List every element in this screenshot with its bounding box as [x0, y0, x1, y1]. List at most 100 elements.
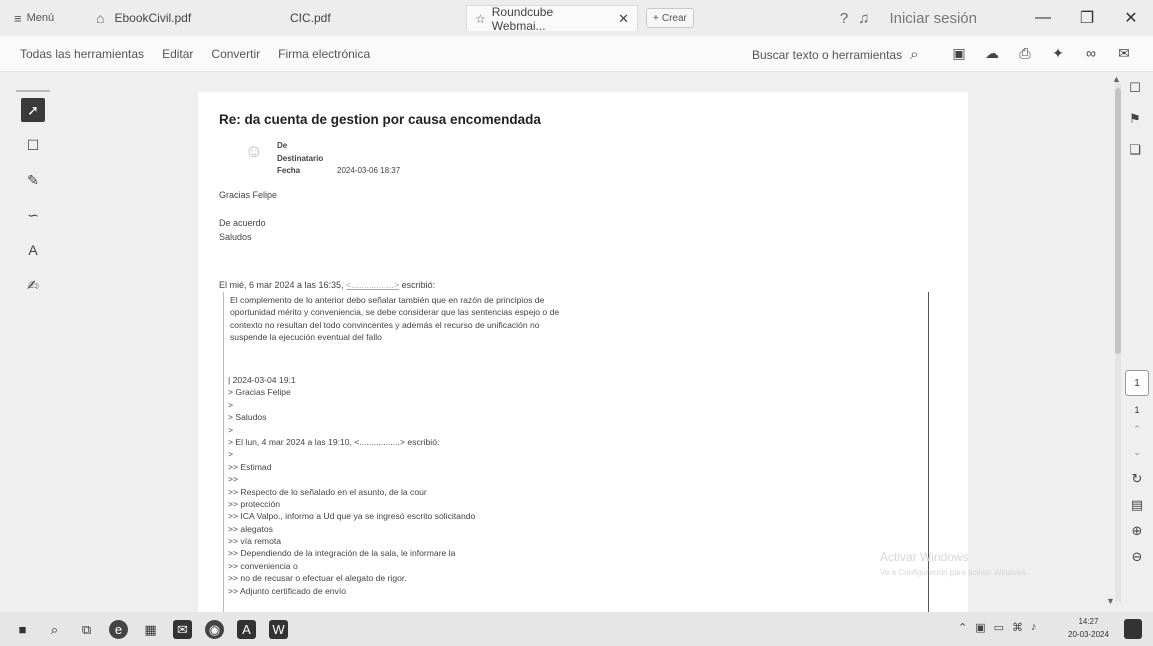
- left-tool-rail: ➚ ☐ ✎ ∽ A ✍: [16, 90, 50, 297]
- ai-assistant-icon[interactable]: ✦: [1049, 43, 1067, 63]
- help-icon[interactable]: ?: [840, 10, 848, 27]
- quoted-line: >: [228, 424, 234, 435]
- quoted-lines: | 2024-03-04 19:1 > Gracias Felipe > > S…: [228, 374, 475, 597]
- quoted-line: >> conveniencia o: [228, 560, 298, 571]
- battery-icon[interactable]: ▭: [994, 621, 1004, 634]
- quoted-line: | 2024-03-04 19:1: [228, 375, 296, 385]
- zoom-out-icon[interactable]: ⊖: [1132, 548, 1143, 565]
- clock-time: 14:27: [1078, 617, 1099, 626]
- tab-label: EbookCivil.pdf: [114, 11, 192, 25]
- edge-browser-icon[interactable]: e: [109, 619, 128, 639]
- search-label: Buscar texto o herramientas: [752, 47, 903, 62]
- pages-panel-icon[interactable]: ❏: [1127, 142, 1143, 162]
- quoted-line: >> alegatos: [228, 523, 273, 534]
- quoted-line: > Saludos: [228, 412, 267, 423]
- hamburger-icon: ≡: [14, 10, 22, 26]
- refresh-icon[interactable]: ↻: [1132, 470, 1143, 487]
- volume-icon[interactable]: ♪: [1031, 621, 1037, 634]
- quoted-line: >> Respecto de lo señalado en el asunto,…: [228, 486, 427, 497]
- page-number-input[interactable]: 1: [1125, 370, 1149, 396]
- tab-label: CIC.pdf: [290, 11, 331, 25]
- select-cursor-icon[interactable]: ➚: [21, 98, 45, 122]
- link-icon[interactable]: ∞: [1082, 43, 1100, 63]
- esign-link[interactable]: Firma electrónica: [278, 47, 370, 61]
- pen-icon[interactable]: ✎: [21, 168, 45, 192]
- convert-link[interactable]: Convertir: [211, 47, 260, 61]
- next-page-icon[interactable]: ⌄: [1133, 447, 1141, 461]
- quoted-line: > Gracias Felipe: [228, 387, 291, 398]
- all-tools-link[interactable]: Todas las herramientas: [20, 47, 144, 61]
- tray-app-icon[interactable]: ▣: [975, 621, 985, 634]
- body-line: De acuerdo: [219, 218, 266, 228]
- document-canvas: ➚ ☐ ✎ ∽ A ✍ Re: da cuenta de gestion por…: [0, 72, 1153, 612]
- quoted-line: >> protección: [228, 498, 281, 509]
- header-from: De: [277, 141, 288, 150]
- scrollbar-thumb[interactable]: [1115, 88, 1121, 354]
- task-view-icon[interactable]: ⧉: [77, 620, 96, 639]
- signature-icon[interactable]: ✍: [21, 273, 45, 297]
- tools-toolbar: Todas las herramientas Editar Convertir …: [0, 36, 1153, 72]
- tab-ebookcivil[interactable]: ⌂ EbookCivil.pdf: [88, 5, 199, 31]
- quoted-email-link[interactable]: <.................>: [346, 280, 399, 290]
- document-settings-icon[interactable]: ▤: [1131, 496, 1143, 513]
- email-subject: Re: da cuenta de gestion por causa encom…: [219, 112, 541, 127]
- sender-avatar-icon: ☺: [244, 140, 264, 161]
- search-icon: ⌕: [910, 46, 919, 63]
- pdf-page: Re: da cuenta de gestion por causa encom…: [198, 92, 968, 612]
- quoted-line: > El lun, 4 mar 2024 a las 19:10, <.....…: [228, 436, 440, 447]
- search-tools[interactable]: Buscar texto o herramientas ⌕: [752, 46, 918, 63]
- comments-panel-icon[interactable]: ☐: [1127, 80, 1143, 100]
- quoted-line: >> Estimad: [228, 461, 272, 472]
- system-tray: ⌃ ▣ ▭ ⌘ ♪: [958, 621, 1037, 634]
- quoted-line: >> vía remota: [228, 536, 282, 547]
- body-line: Gracias Felipe: [219, 190, 278, 200]
- star-icon[interactable]: ☆: [475, 12, 486, 26]
- text-select-icon[interactable]: A: [21, 238, 45, 262]
- store-icon[interactable]: ▦: [141, 620, 160, 639]
- bookmarks-icon[interactable]: ⚑: [1127, 111, 1143, 131]
- quoted-line: >> Dependiendo de la integración de la s…: [228, 548, 456, 559]
- new-tab-button[interactable]: + Crear: [646, 8, 694, 28]
- menu-button[interactable]: ≡ Menú: [14, 11, 54, 26]
- word-icon[interactable]: W: [269, 619, 288, 639]
- upload-cloud-icon[interactable]: ☁: [983, 43, 1001, 63]
- plus-icon: +: [653, 12, 659, 24]
- tab-cic[interactable]: CIC.pdf: [282, 5, 339, 31]
- mail-icon[interactable]: ✉: [1115, 43, 1133, 63]
- save-icon[interactable]: ▣: [950, 43, 968, 63]
- windows-taskbar: ■ ⌕ ⧉ e ▦ ✉ ◉ A W ⌃ ▣ ▭ ⌘ ♪ 14:27 20-03-…: [0, 612, 1153, 646]
- scroll-down-arrow[interactable]: ▼: [1106, 596, 1115, 606]
- body-line: Saludos: [219, 232, 252, 242]
- acrobat-icon[interactable]: A: [237, 619, 256, 639]
- minimize-button[interactable]: —: [1021, 9, 1065, 27]
- tray-expand-icon[interactable]: ⌃: [958, 621, 967, 634]
- header-date: Fecha 2024-03-06 18:37: [277, 166, 401, 175]
- close-tab-icon[interactable]: ✕: [618, 11, 629, 27]
- draw-loop-icon[interactable]: ∽: [21, 203, 45, 227]
- home-icon[interactable]: ⌂: [96, 10, 104, 26]
- taskbar-search-icon[interactable]: ⌕: [45, 620, 64, 639]
- taskbar-clock[interactable]: 14:27 20-03-2024: [1068, 615, 1109, 641]
- comment-icon[interactable]: ☐: [21, 133, 45, 157]
- clock-date: 20-03-2024: [1068, 630, 1109, 639]
- restore-button[interactable]: ❐: [1065, 8, 1109, 28]
- page-navigation: 1 1 ⌃ ⌄ ↻ ▤ ⊕ ⊖: [1123, 370, 1151, 565]
- quoted-line: >: [228, 449, 234, 460]
- print-icon[interactable]: ⎙: [1016, 43, 1034, 63]
- quoted-line: >> ICA Valpo., informo a Ud que ya se in…: [228, 511, 476, 522]
- edit-link[interactable]: Editar: [162, 47, 193, 61]
- chrome-icon[interactable]: ◉: [205, 619, 224, 639]
- document-scrollbar[interactable]: [1115, 82, 1121, 602]
- notifications-icon[interactable]: [1124, 619, 1142, 639]
- zoom-in-icon[interactable]: ⊕: [1132, 522, 1143, 539]
- tab-roundcube[interactable]: ☆ Roundcube Webmai... ✕: [466, 5, 638, 33]
- mail-app-icon[interactable]: ✉: [173, 619, 192, 639]
- tab-bar: ≡ Menú ⌂ EbookCivil.pdf CIC.pdf ☆ Roundc…: [0, 0, 1153, 36]
- bell-icon[interactable]: ♫: [858, 10, 869, 27]
- sign-in-link[interactable]: Iniciar sesión: [889, 10, 977, 27]
- close-window-button[interactable]: ✕: [1109, 8, 1153, 28]
- network-icon[interactable]: ⌘: [1012, 621, 1023, 634]
- windows-start-icon[interactable]: ■: [13, 620, 32, 639]
- quoted-line: >>: [228, 474, 239, 485]
- previous-page-icon[interactable]: ⌃: [1133, 424, 1141, 438]
